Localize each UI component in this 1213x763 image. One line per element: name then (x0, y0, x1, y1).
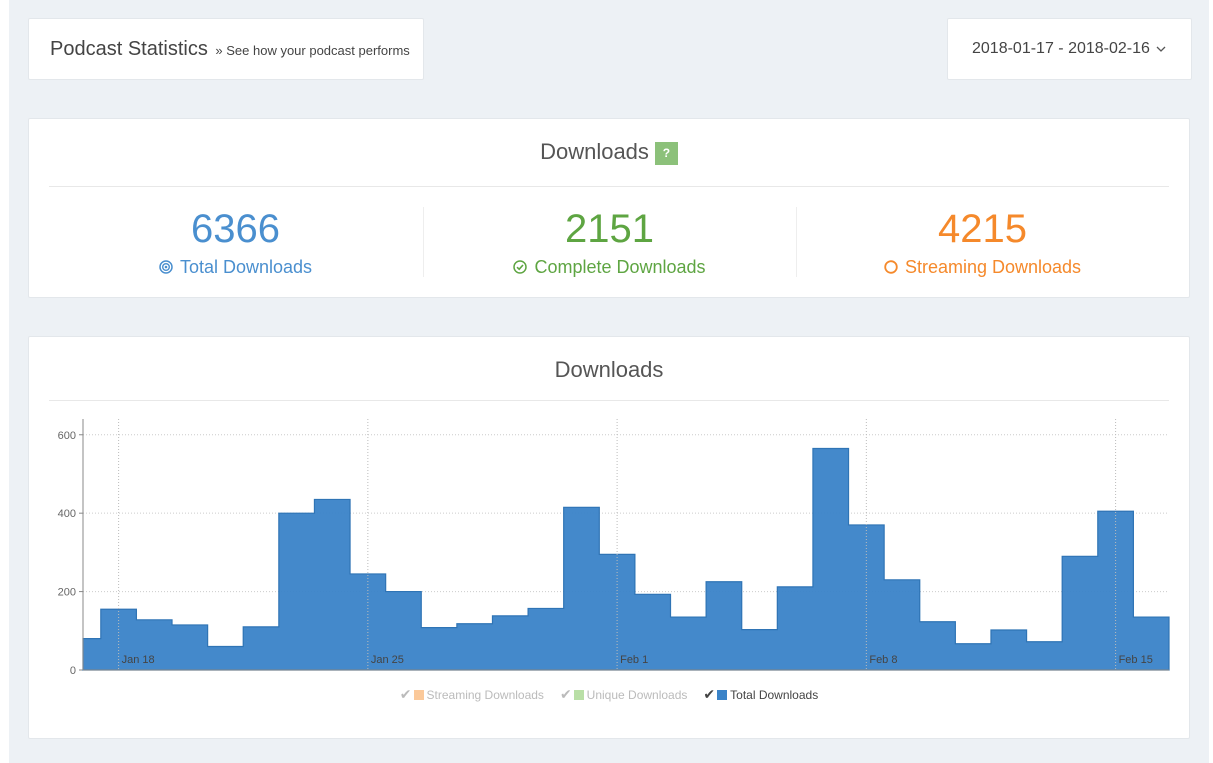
header-panel: Podcast Statistics » See how your podcas… (28, 18, 424, 80)
chart-legend: ✔ Streaming Downloads ✔ Unique Downloads ✔ To… (29, 686, 1189, 703)
legend-item[interactable]: ✔ Total Downloads (703, 686, 818, 703)
page-title-text: Podcast Statistics (50, 38, 208, 60)
stats-title-text: Downloads (540, 139, 649, 164)
date-range-label: 2018-01-17 - 2018-02-16 (972, 40, 1150, 57)
check-icon: ✔ (399, 686, 412, 702)
check-circle-icon (513, 258, 528, 279)
page-subtitle: » See how your podcast performs (215, 43, 410, 58)
legend-swatch (717, 690, 728, 700)
date-range-picker[interactable]: 2018-01-17 - 2018-02-16 (947, 18, 1192, 80)
legend-label: Streaming Downloads (426, 688, 544, 702)
circle-icon (884, 258, 898, 279)
streaming-downloads-stat: 4215 Streaming Downloads (796, 207, 1169, 279)
y-tick-label: 400 (58, 508, 76, 520)
x-tick-label: Feb 15 (1119, 654, 1153, 666)
legend-label: Unique Downloads (586, 688, 688, 702)
legend-label: Total Downloads (730, 688, 819, 702)
help-badge[interactable]: ? (654, 142, 678, 165)
complete-downloads-label: Complete Downloads (534, 257, 706, 277)
x-tick-label: Jan 25 (371, 654, 404, 666)
total-downloads-label: Total Downloads (179, 257, 313, 277)
x-tick-label: Feb 8 (869, 654, 897, 666)
legend-item[interactable]: ✔ Streaming Downloads (400, 686, 544, 703)
downloads-chart: 0 200 400 600 Jan 18 Jan 25 Feb 1 Feb 8 Feb 15 (58, 419, 1170, 677)
stats-panel-title: Downloads? (29, 139, 1189, 165)
complete-downloads-stat: 2151 Complete Downloads (423, 207, 796, 279)
legend-swatch (573, 690, 584, 700)
x-tick-label: Jan 18 (122, 654, 155, 666)
y-tick-label: 200 (58, 587, 76, 599)
y-tick-label: 0 (70, 665, 76, 677)
page-title: Podcast Statistics » See how your podcas… (50, 38, 410, 61)
downloads-stats-panel: Downloads? 6366 Total Downloads 2151 Com… (28, 118, 1190, 298)
streaming-downloads-value: 4215 (938, 207, 1027, 251)
legend-item[interactable]: ✔ Unique Downloads (560, 686, 687, 703)
y-tick-label: 600 (58, 430, 76, 442)
streaming-downloads-label: Streaming Downloads (904, 257, 1082, 277)
bullseye-icon (159, 258, 173, 279)
divider-line (49, 186, 1169, 187)
check-icon: ✔ (559, 686, 572, 702)
x-tick-label: Feb 1 (620, 654, 648, 666)
check-icon: ✔ (703, 686, 716, 702)
chevron-down-icon (1153, 42, 1166, 56)
downloads-chart-panel: Downloads 0 200 400 600 Jan 18 Jan 25 Feb 1 Feb… (28, 336, 1190, 739)
legend-swatch (413, 690, 424, 700)
series-area-total-downloads (82, 447, 1170, 671)
total-downloads-value: 6366 (191, 207, 280, 251)
complete-downloads-value: 2151 (565, 207, 654, 251)
total-downloads-stat: 6366 Total Downloads (49, 207, 422, 279)
